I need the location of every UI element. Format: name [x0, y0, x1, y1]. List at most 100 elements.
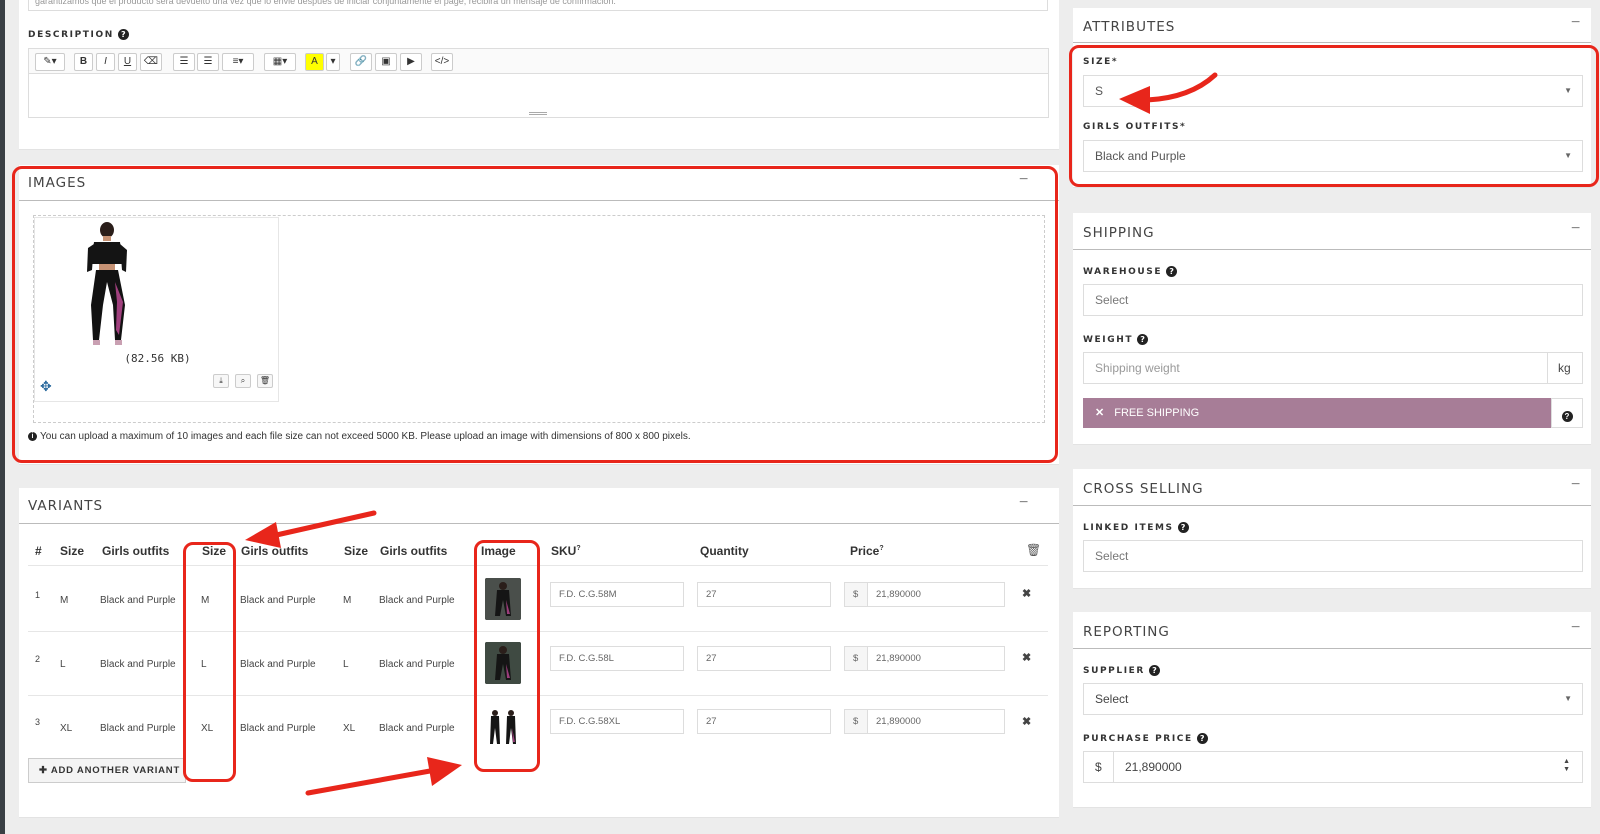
editor-toolbar: ✎▾ B I U ⌫ ☰ ☰ ≡▾ ▦▾ A ▾ 🔗 ▣ ▶ </>	[28, 48, 1049, 74]
sku-input[interactable]: F.D. C.G.58XL	[550, 709, 684, 734]
table-button[interactable]: ▦▾	[264, 53, 296, 71]
help-icon[interactable]: ?	[117, 29, 129, 40]
divider	[19, 523, 1059, 524]
cell-size: L	[343, 659, 349, 670]
cross-selling-panel: CROSS SELLING − LINKED ITEMS? Select	[1073, 469, 1591, 589]
link-icon[interactable]: 🔗	[350, 53, 372, 71]
add-variant-button[interactable]: ✚ ADD ANOTHER VARIANT	[28, 758, 186, 783]
reporting-collapse-icon[interactable]: −	[1571, 620, 1580, 636]
remove-row-icon[interactable]: ✖	[1022, 587, 1031, 600]
variants-title: VARIANTS	[28, 498, 104, 514]
purchase-price-input[interactable]: 21,890000 ▲ ▼	[1113, 751, 1583, 783]
cell-outfits: Black and Purple	[240, 659, 316, 670]
description-label: DESCRIPTION?	[28, 29, 129, 40]
annotation-size-column-box	[183, 542, 236, 782]
plus-icon: ✚	[39, 765, 51, 776]
linked-items-label: LINKED ITEMS?	[1083, 522, 1189, 533]
col-sku: SKU?	[551, 544, 581, 558]
help-icon[interactable]: ?	[1137, 334, 1149, 345]
cell-outfits: Black and Purple	[379, 595, 455, 606]
description-editor[interactable]	[28, 74, 1049, 118]
weight-label: WEIGHT?	[1083, 334, 1149, 345]
col-index: #	[35, 544, 42, 558]
remove-row-icon[interactable]: ✖	[1022, 651, 1031, 664]
col-price: Price?	[850, 544, 884, 558]
quantity-input[interactable]: 27	[697, 709, 831, 734]
reporting-title: REPORTING	[1083, 624, 1170, 640]
reporting-panel: REPORTING − SUPPLIER? Select ▼ PURCHASE P…	[1073, 612, 1591, 808]
divider	[1073, 505, 1591, 506]
currency-addon: $	[844, 582, 868, 607]
help-icon[interactable]: ?	[1166, 266, 1178, 277]
quantity-input[interactable]: 27	[697, 582, 831, 607]
window-edge	[0, 0, 5, 834]
italic-button[interactable]: I	[96, 53, 115, 71]
free-shipping-toggle[interactable]: ✕ FREE SHIPPING	[1083, 398, 1551, 428]
col-outfits-2: Girls outfits	[241, 544, 309, 558]
linked-items-select[interactable]: Select	[1083, 540, 1583, 572]
underline-button[interactable]: U	[118, 53, 137, 71]
cell-size: M	[60, 595, 69, 606]
weight-input[interactable]: Shipping weight	[1083, 352, 1548, 384]
unordered-list-icon[interactable]: ☰	[197, 53, 219, 71]
spinner-icon[interactable]: ▲ ▼	[1563, 758, 1570, 774]
currency-addon: $	[844, 646, 868, 671]
attributes-collapse-icon[interactable]: −	[1571, 15, 1580, 31]
cell-outfits: Black and Purple	[240, 723, 316, 734]
currency-addon: $	[844, 709, 868, 734]
cross-selling-title: CROSS SELLING	[1083, 481, 1204, 497]
close-icon: ✕	[1095, 407, 1105, 419]
shipping-panel: SHIPPING − WAREHOUSE? Select WEIGHT? Shi…	[1073, 213, 1591, 445]
col-outfits-1: Girls outfits	[102, 544, 170, 558]
free-shipping-help[interactable]: ?	[1551, 398, 1583, 428]
price-input[interactable]: 21,890000	[867, 709, 1005, 734]
price-input[interactable]: 21,890000	[867, 582, 1005, 607]
cell-outfits: Black and Purple	[100, 723, 176, 734]
annotation-images-box	[12, 166, 1058, 463]
ordered-list-icon[interactable]: ☰	[173, 53, 195, 71]
code-icon[interactable]: </>	[431, 53, 453, 71]
sku-input[interactable]: F.D. C.G.58M	[550, 582, 684, 607]
color-button[interactable]: A	[305, 53, 324, 71]
col-size-1: Size	[60, 544, 85, 558]
cell-size: XL	[343, 723, 356, 734]
shipping-title: SHIPPING	[1083, 225, 1155, 241]
align-button[interactable]: ≡▾	[222, 53, 254, 71]
shipping-collapse-icon[interactable]: −	[1571, 221, 1580, 237]
help-icon[interactable]: ?	[1177, 522, 1189, 533]
cell-outfits: Black and Purple	[379, 659, 455, 670]
weight-unit-addon: kg	[1547, 352, 1583, 384]
resize-handle[interactable]	[529, 112, 547, 115]
warehouse-label: WAREHOUSE?	[1083, 266, 1178, 277]
cross-selling-collapse-icon[interactable]: −	[1571, 477, 1580, 493]
supplier-label: SUPPLIER?	[1083, 665, 1160, 676]
eraser-icon[interactable]: ⌫	[140, 53, 162, 71]
annotation-image-column-box	[474, 540, 540, 772]
bold-button[interactable]: B	[74, 53, 93, 71]
annotation-attributes-box	[1069, 45, 1599, 187]
quantity-input[interactable]: 27	[697, 646, 831, 671]
warehouse-select[interactable]: Select	[1083, 284, 1583, 316]
cell-size: XL	[60, 723, 73, 734]
description-top-field[interactable]: garantizamos que el producto sera devuel…	[28, 0, 1048, 11]
divider	[1073, 648, 1591, 649]
image-icon[interactable]: ▣	[375, 53, 397, 71]
divider	[1073, 249, 1591, 250]
divider	[1073, 42, 1591, 43]
cell-outfits: Black and Purple	[100, 659, 176, 670]
supplier-select[interactable]: Select ▼	[1083, 683, 1583, 715]
col-quantity: Quantity	[700, 544, 749, 558]
help-icon: ?	[1561, 411, 1573, 423]
help-icon[interactable]: ?	[1196, 733, 1208, 744]
video-icon[interactable]: ▶	[400, 53, 422, 71]
remove-row-icon[interactable]: ✖	[1022, 715, 1031, 728]
help-icon[interactable]: ?	[1148, 665, 1160, 676]
color-dropdown-icon[interactable]: ▾	[326, 53, 340, 71]
sku-input[interactable]: F.D. C.G.58L	[550, 646, 684, 671]
style-button[interactable]: ✎▾	[35, 53, 65, 71]
variants-collapse-icon[interactable]: −	[1019, 495, 1028, 511]
delete-all-icon[interactable]: 🗑	[1026, 543, 1041, 557]
price-input[interactable]: 21,890000	[867, 646, 1005, 671]
purchase-currency-addon: $	[1083, 751, 1114, 783]
row-index: 3	[35, 717, 41, 727]
